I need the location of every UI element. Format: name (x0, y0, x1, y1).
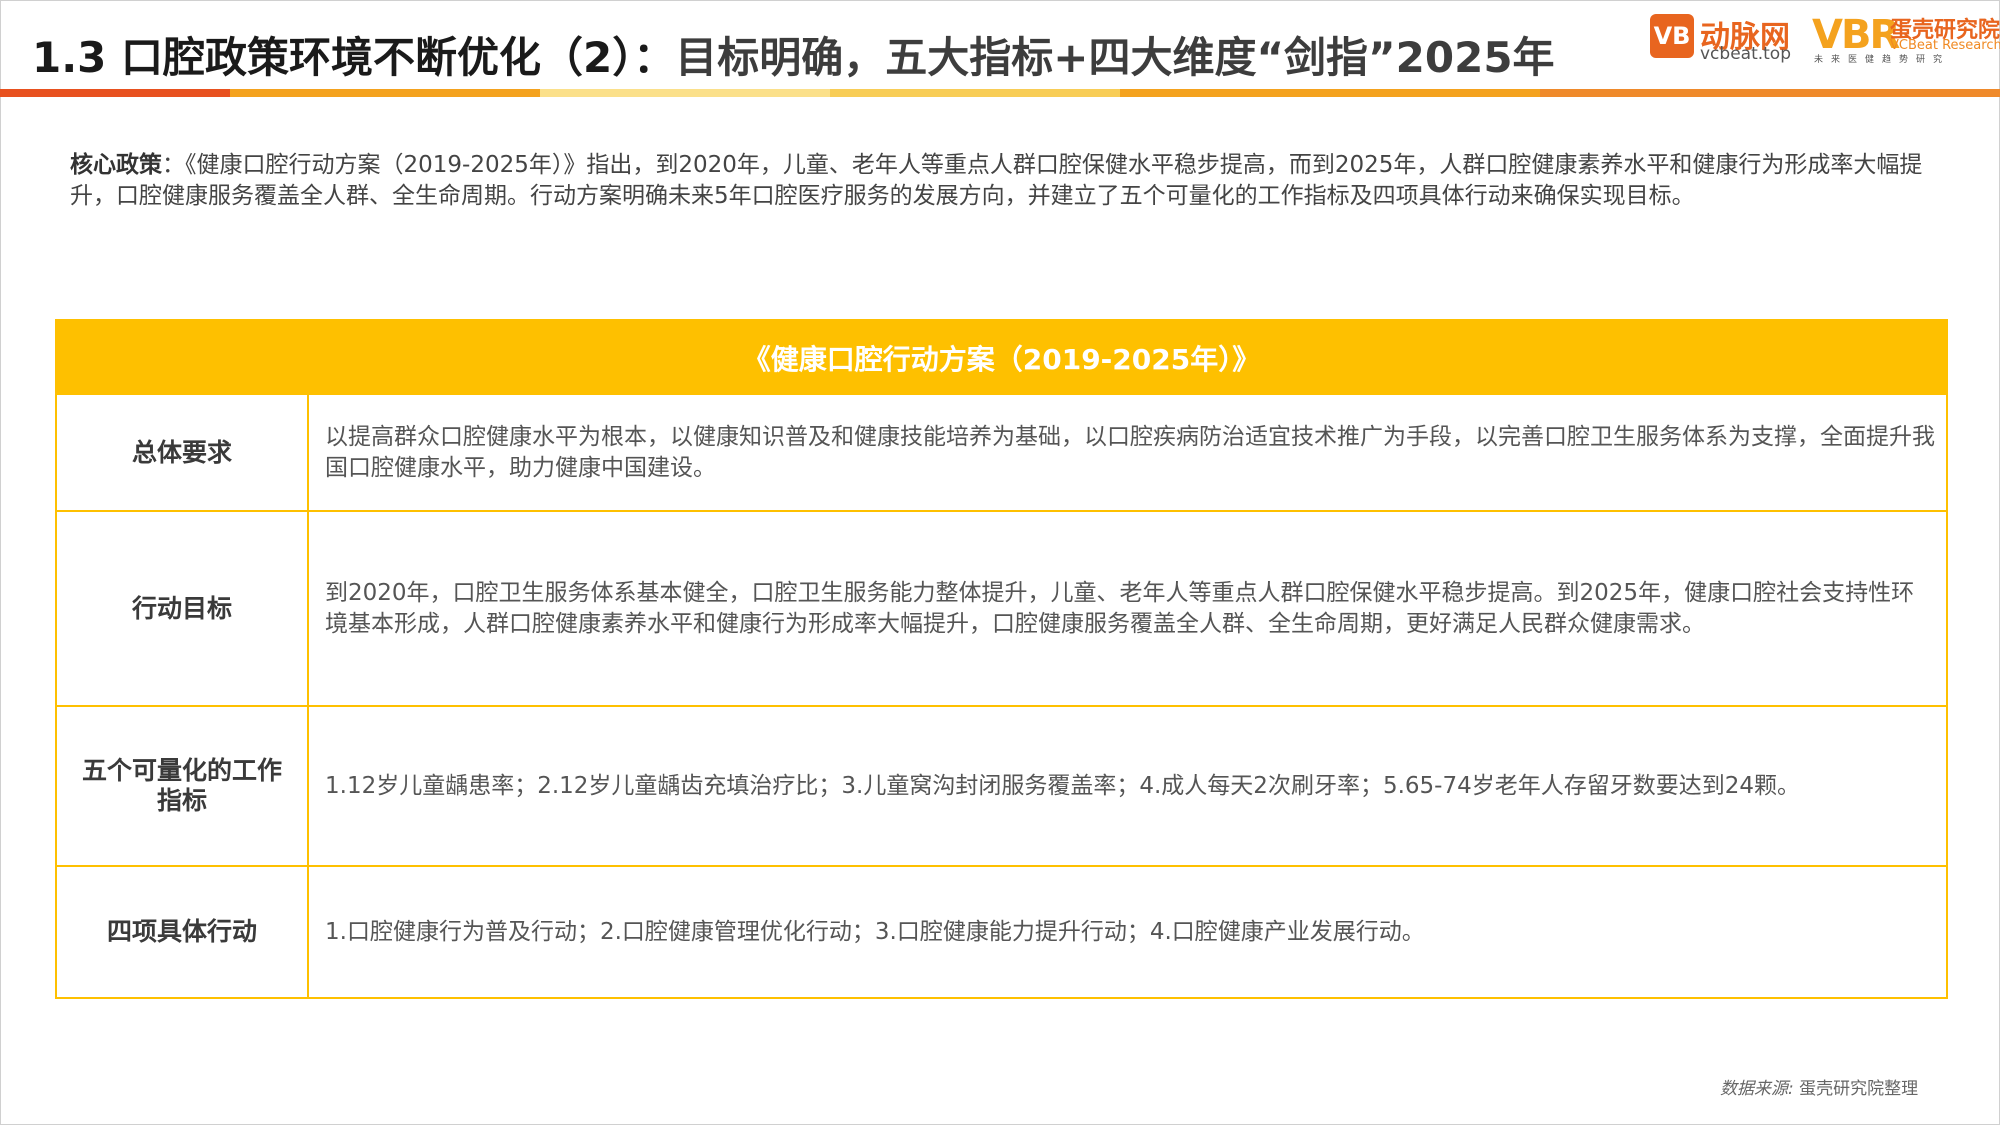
source-text: 蛋壳研究院整理 (1799, 1079, 1919, 1099)
row-value: 1.12岁儿童龋患率；2.12岁儿童龋齿充填治疗比；3.儿童窝沟封闭服务覆盖率；… (325, 772, 1800, 799)
table-row: 四项具体行动 1.口腔健康行为普及行动；2.口腔健康管理优化行动；3.口腔健康能… (57, 865, 1946, 997)
row-value: 到2020年，口腔卫生服务体系基本健全，口腔卫生服务能力整体提升，儿童、老年人等… (325, 579, 1915, 637)
row-value: 1.口腔健康行为普及行动；2.口腔健康管理优化行动；3.口腔健康能力提升行动；4… (325, 918, 1425, 945)
core-policy-label: 核心政策 (70, 152, 162, 178)
dongmai-logo-url: vcbeat.top (1700, 44, 1792, 64)
row-key: 行动目标 (57, 512, 309, 705)
accent-segment (540, 89, 830, 97)
accent-segment (1120, 89, 1540, 97)
page-title: 1.3 口腔政策环境不断优化（2）：目标明确，五大指标+四大维度“剑指”2025… (32, 24, 1555, 85)
table-row: 总体要求 以提高群众口腔健康水平为根本，以健康知识普及和健康技能培养为基础，以口… (57, 395, 1946, 510)
core-policy-paragraph: 核心政策：《健康口腔行动方案（2019-2025年）》指出，到2020年，儿童、… (70, 150, 1930, 212)
accent-segment (0, 89, 230, 97)
core-policy-text: 《健康口腔行动方案（2019-2025年）》指出，到2020年，儿童、老年人等重… (70, 152, 1923, 209)
row-key: 五个可量化的工作指标 (57, 707, 309, 865)
data-source: 数据来源: 蛋壳研究院整理 (1720, 1074, 1918, 1099)
accent-segment (1540, 89, 2000, 97)
table-row: 五个可量化的工作指标 1.12岁儿童龋患率；2.12岁儿童龋齿充填治疗比；3.儿… (57, 705, 1946, 865)
danke-logo-slogan: 未来医健趋势研究 (1814, 55, 1951, 65)
action-plan-table: 《健康口腔行动方案（2019-2025年）》 总体要求 以提高群众口腔健康水平为… (55, 319, 1948, 999)
row-key: 四项具体行动 (57, 867, 309, 997)
danke-logo-english: VCBeat Research (1890, 38, 2000, 53)
header-accent-bar (0, 89, 2000, 97)
table-title: 《健康口腔行动方案（2019-2025年）》 (57, 321, 1946, 395)
title-main: 1.3 口腔政策环境不断优化（2） (32, 33, 634, 82)
row-key: 总体要求 (57, 395, 309, 510)
row-value: 以提高群众口腔健康水平为根本，以健康知识普及和健康技能培养为基础，以口腔疾病防治… (325, 423, 1935, 481)
title-subtitle: 目标明确，五大指标+四大维度“剑指”2025年 (675, 33, 1555, 82)
table-row: 行动目标 到2020年，口腔卫生服务体系基本健全，口腔卫生服务能力整体提升，儿童… (57, 510, 1946, 705)
vcbeat-logo-icon: VB (1650, 14, 1694, 58)
title-separator: ： (633, 33, 676, 82)
core-policy-separator: ： (162, 152, 185, 178)
accent-segment (830, 89, 1120, 97)
source-label: 数据来源: (1720, 1079, 1794, 1099)
accent-segment (230, 89, 540, 97)
